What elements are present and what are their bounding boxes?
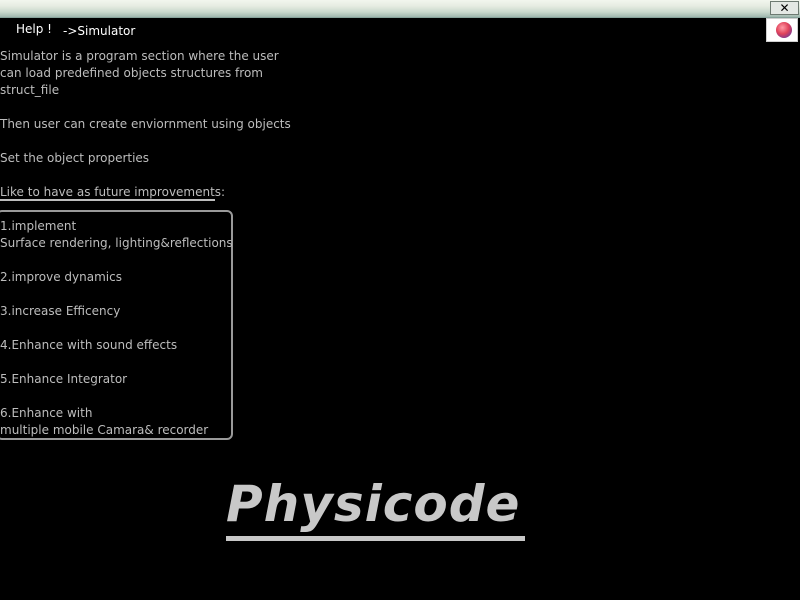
improvement-line: 2.improve dynamics — [0, 270, 122, 284]
properties-text: Set the object properties — [0, 151, 150, 165]
improvement-line: Surface rendering, lighting&reflections — [0, 236, 233, 250]
improvement-item: 4.Enhance with sound effects — [0, 337, 177, 354]
breadcrumb: ->Simulator — [63, 24, 136, 38]
colorful-ball-icon — [776, 22, 792, 38]
improvement-line: 5.Enhance Integrator — [0, 372, 128, 386]
logo-underline — [226, 536, 525, 541]
physicode-logo: Physicode — [226, 475, 521, 533]
improvement-item: 2.improve dynamics — [0, 269, 122, 286]
intro-line: can load predefined objects structures f… — [0, 66, 263, 80]
intro-line: struct_file — [0, 83, 60, 97]
improvement-item: 3.increase Efficency — [0, 303, 120, 320]
improvement-item: 1.implement Surface rendering, lighting&… — [0, 218, 233, 252]
intro-paragraph: Simulator is a program section where the… — [0, 48, 279, 99]
improvement-line: 1.implement — [0, 219, 77, 233]
intro-line: Simulator is a program section where the… — [0, 49, 279, 63]
improvement-line: 4.Enhance with sound effects — [0, 338, 178, 352]
improvement-item: 5.Enhance Integrator — [0, 371, 127, 388]
title-bar: ✕ — [0, 0, 800, 18]
improvement-item: 6.Enhance with multiple mobile Camara& r… — [0, 405, 208, 439]
improvement-line: 3.increase Efficency — [0, 304, 121, 318]
close-button[interactable]: ✕ — [770, 1, 799, 15]
improvement-line: 6.Enhance with — [0, 406, 93, 420]
close-icon: ✕ — [779, 1, 790, 15]
header: Help ! ->Simulator — [0, 18, 800, 44]
environment-text: Then user can create enviornment using o… — [0, 117, 291, 131]
improvement-line: multiple mobile Camara& recorder — [0, 423, 209, 437]
help-label: Help ! — [16, 22, 52, 36]
future-heading-underline — [0, 199, 215, 201]
avatar[interactable] — [766, 18, 798, 42]
simulator-help-screen: ✕ Help ! ->Simulator Simulator is a prog… — [0, 0, 800, 600]
